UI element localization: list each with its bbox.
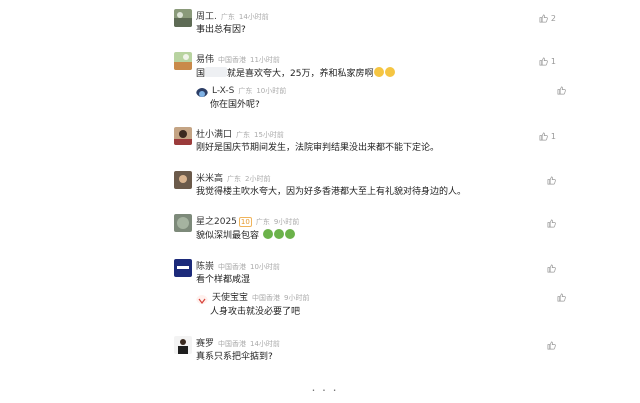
- emoji-icon: [262, 229, 273, 239]
- thumb-up-icon: [547, 264, 556, 273]
- emoji-icon: [284, 229, 295, 239]
- like-count: 2: [550, 14, 556, 23]
- level-badge: 10: [238, 217, 252, 227]
- comment-time: 10小时前: [250, 263, 280, 271]
- reply-avatar[interactable]: [196, 85, 208, 97]
- emoji-icon: [385, 67, 396, 77]
- like-button[interactable]: [557, 86, 566, 95]
- reply-location: 中国香港: [252, 294, 281, 302]
- avatar[interactable]: [174, 127, 192, 145]
- reply-text: 你在国外呢?: [210, 100, 260, 110]
- thumb-up-icon: [557, 293, 566, 302]
- comment-text-part: 貌似深圳最包容: [196, 231, 260, 241]
- comment-section: 周工. 广东 14小时前 事出总有因? 2 易伟 中国香港 11小时前 国就是喜欢夸大，…: [0, 0, 640, 403]
- comment-time: 2小时前: [245, 175, 271, 183]
- commenter-name[interactable]: 杜小满口: [196, 130, 232, 140]
- comment-location: 中国香港: [218, 263, 247, 271]
- commenter-name[interactable]: 易伟: [196, 55, 214, 65]
- commenter-name[interactable]: 星之2025: [196, 217, 237, 227]
- thumb-up-icon: [557, 86, 566, 95]
- emoji-icon: [273, 229, 284, 239]
- comment-location: 中国香港: [218, 340, 247, 348]
- comment-time: 14小时前: [238, 13, 269, 21]
- thumb-up-icon: [547, 219, 556, 228]
- like-button[interactable]: [547, 341, 556, 350]
- reply-time: 10小时前: [256, 87, 287, 95]
- like-button[interactable]: [547, 219, 556, 228]
- reply-name[interactable]: L-X-S: [212, 86, 234, 96]
- comment-text: 真系只系把伞掂到?: [196, 352, 273, 362]
- commenter-name[interactable]: 陈崇: [196, 262, 214, 272]
- like-button[interactable]: 1: [539, 57, 556, 66]
- thumb-up-icon: [539, 132, 548, 141]
- avatar[interactable]: [174, 171, 192, 189]
- comment-time: 14小时前: [250, 340, 280, 348]
- avatar[interactable]: [174, 9, 192, 27]
- comment-time: 9小时前: [273, 218, 300, 226]
- thumb-up-icon: [539, 57, 548, 66]
- commenter-name[interactable]: 米米高: [196, 174, 223, 184]
- loading-dots: • • •: [312, 388, 340, 394]
- thumb-up-icon: [539, 14, 548, 23]
- comment-text-part: 国: [196, 69, 206, 79]
- thumb-up-icon: [547, 341, 556, 350]
- like-button[interactable]: 1: [539, 132, 556, 141]
- comment-location: 广东: [236, 131, 251, 139]
- reply-name[interactable]: 天使宝宝: [212, 293, 248, 303]
- like-button[interactable]: 2: [539, 14, 556, 23]
- avatar[interactable]: [174, 259, 192, 277]
- comment-location: 广东: [227, 175, 242, 183]
- comment-time: 15小时前: [254, 131, 284, 139]
- comment-text: 看个样都咸湿: [196, 275, 251, 285]
- like-count: 1: [550, 132, 556, 141]
- like-button[interactable]: [547, 176, 556, 185]
- emoji-icon: [374, 67, 385, 77]
- commenter-name[interactable]: 周工.: [196, 12, 217, 22]
- avatar[interactable]: [174, 336, 192, 354]
- reply-location: 广东: [238, 87, 253, 95]
- like-button[interactable]: [557, 293, 566, 302]
- comment-text-part: 就是喜欢夸大，25万，养和私家房啊: [227, 69, 374, 79]
- reply-text: 人身攻击就没必要了吧: [210, 307, 301, 317]
- comment-time: 11小时前: [250, 56, 280, 64]
- reply-avatar[interactable]: [196, 292, 208, 304]
- reply-time: 9小时前: [284, 294, 310, 302]
- comment-text: 我觉得楼主吹水夸大，因为好多香港都大至上有礼貌对待身边的人。: [196, 187, 467, 197]
- like-button[interactable]: [547, 264, 556, 273]
- like-count: 1: [550, 57, 556, 66]
- avatar[interactable]: [174, 52, 192, 70]
- comment-text: 刚好是国庆节期间发生，法院审判结果没出来都不能下定论。: [196, 143, 440, 153]
- comment-location: 广东: [255, 218, 270, 226]
- commenter-name[interactable]: 赛罗: [196, 339, 214, 349]
- comment-text: 事出总有因?: [196, 25, 246, 35]
- thumb-up-icon: [547, 176, 556, 185]
- comment-location: 广东: [220, 13, 235, 21]
- comment-location: 中国香港: [218, 56, 247, 64]
- comment-text: 貌似深圳最包容: [196, 229, 295, 242]
- avatar[interactable]: [174, 214, 192, 232]
- comment-text: 国 就是喜欢夸大，25万，养和私家房啊: [196, 67, 396, 80]
- redacted-block: [205, 67, 228, 77]
